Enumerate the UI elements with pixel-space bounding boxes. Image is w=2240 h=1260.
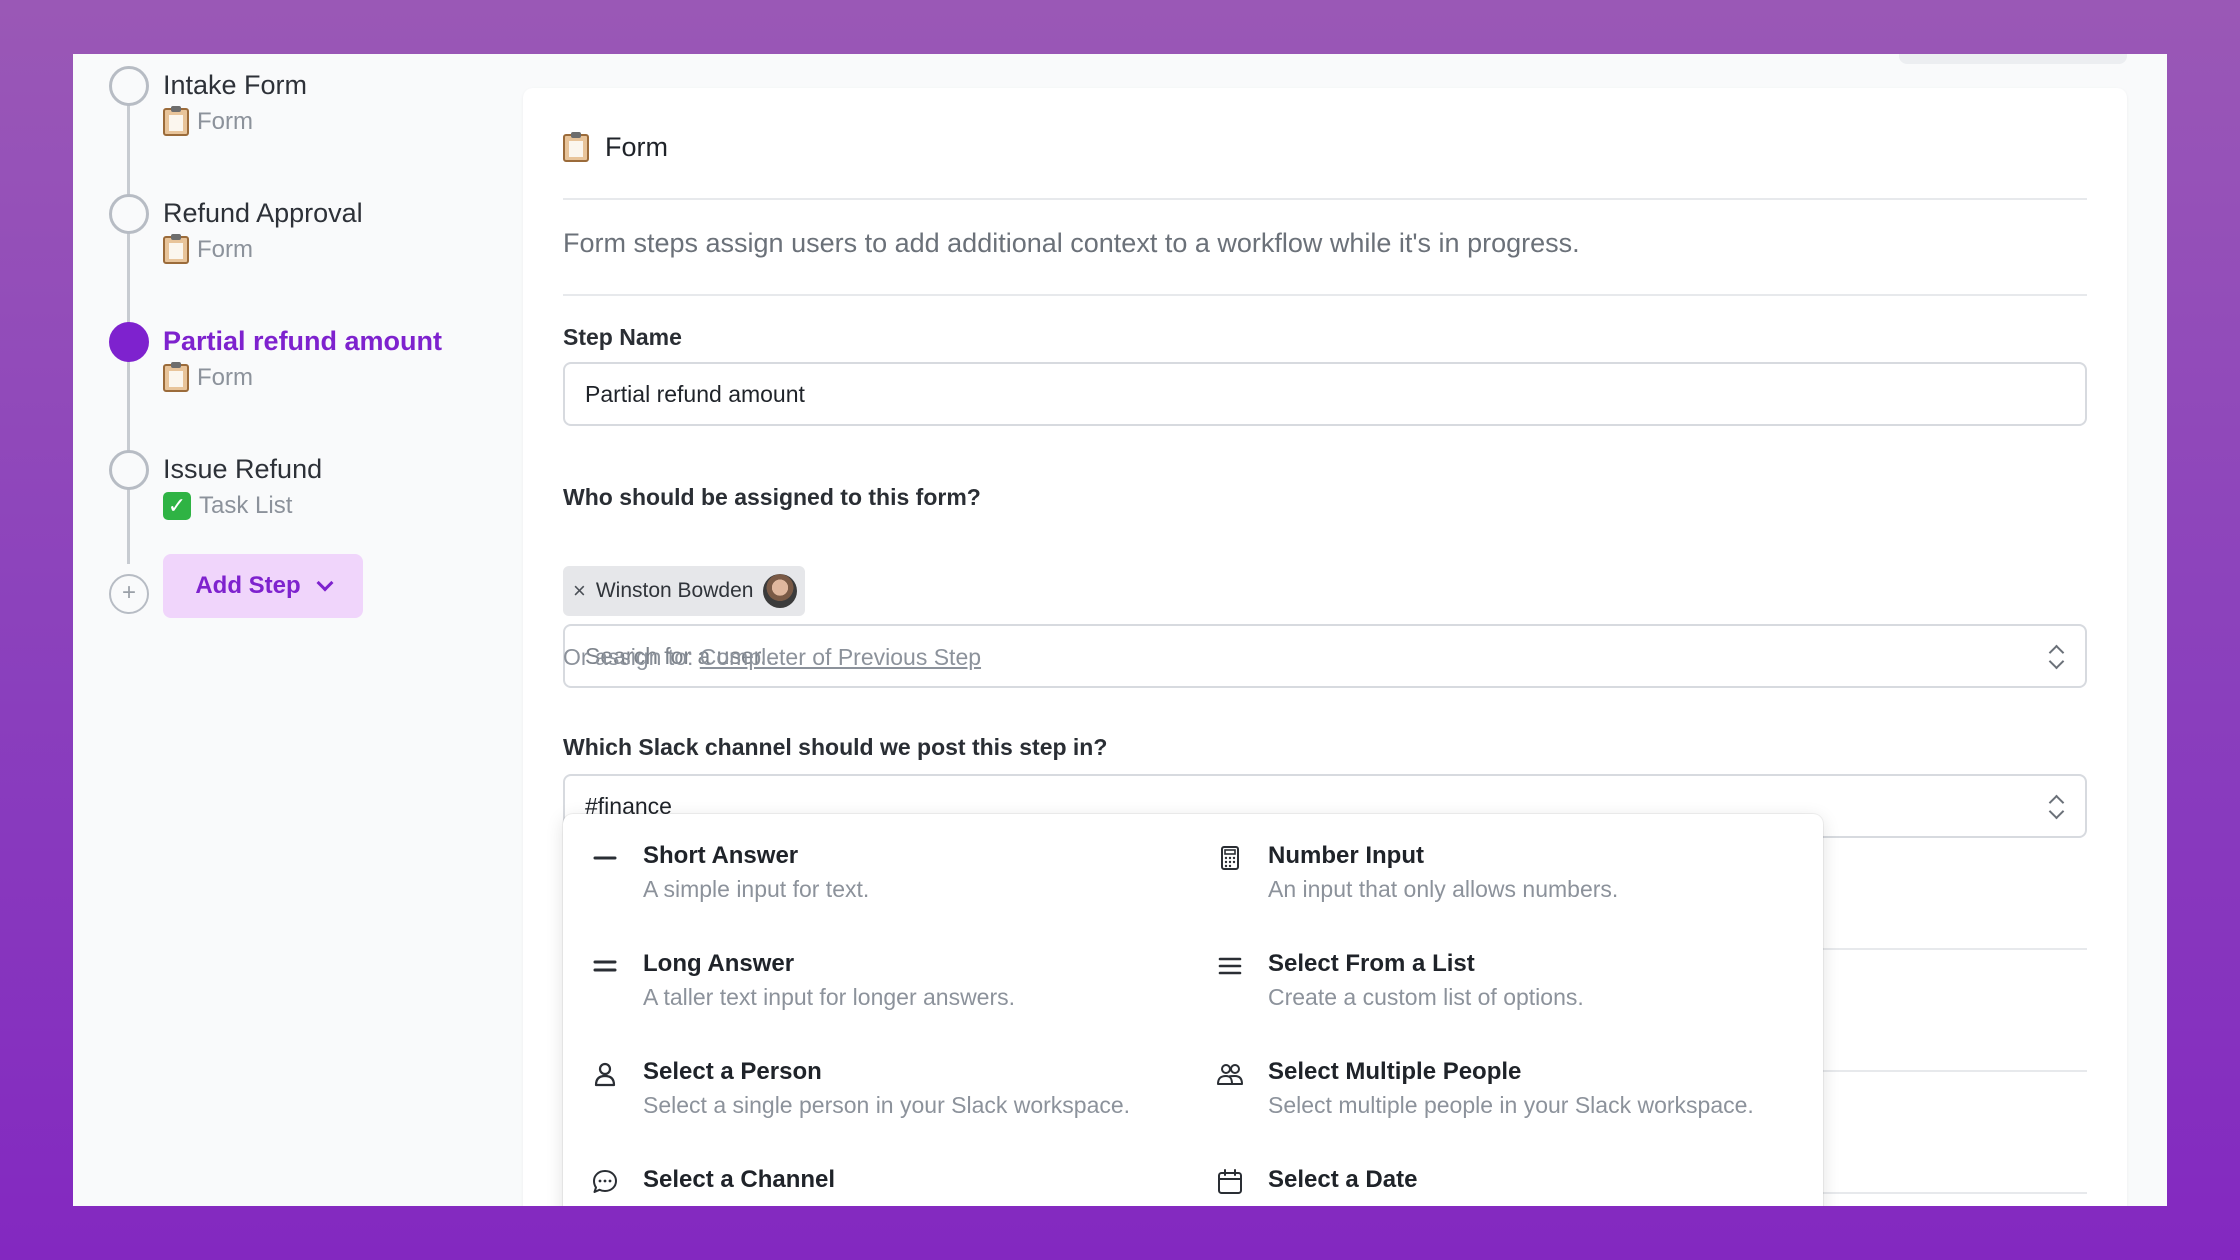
add-step-label: Add Step [195, 572, 301, 599]
list-icon [1218, 957, 1242, 975]
clipboard-icon [163, 106, 189, 136]
step-title: Intake Form [163, 70, 308, 100]
menu-item-desc: A taller text input for longer answers. [643, 984, 1016, 1010]
menu-item-number-input[interactable]: Number Input An input that only allows n… [1188, 830, 1788, 920]
divider [563, 198, 2087, 200]
step-type: ✓ Task List [163, 492, 292, 520]
step-type-label: Task List [199, 492, 293, 519]
step-status-circle-active [109, 322, 149, 362]
avatar [763, 574, 798, 608]
assign-hint-prefix: Or assign to: [563, 644, 694, 670]
menu-item-title: Select Multiple People [1268, 1058, 1522, 1085]
person-icon [594, 1062, 616, 1087]
menu-item-desc: An input that only allows numbers. [1268, 876, 1619, 902]
chevron-down-icon [316, 574, 334, 592]
menu-item-select-date[interactable]: Select a Date [1188, 1154, 1788, 1206]
menu-item-title: Select From a List [1268, 950, 1475, 977]
menu-item-long-answer[interactable]: Long Answer A taller text input for long… [563, 938, 1163, 1028]
calculator-icon [1221, 846, 1239, 870]
remove-assignee-icon[interactable]: × [573, 578, 586, 604]
people-icon [1217, 1064, 1243, 1085]
step-status-circle [109, 450, 149, 490]
menu-item-title: Select a Channel [643, 1166, 836, 1193]
panel-description: Form steps assign users to add additiona… [563, 228, 1580, 258]
menu-item-desc: Create a custom list of options. [1268, 984, 1584, 1010]
assignee-chip: × Winston Bowden [563, 566, 806, 616]
menu-item-desc: Select a single person in your Slack wor… [643, 1092, 1131, 1118]
menu-item-select-person[interactable]: Select a Person Select a single person i… [563, 1046, 1163, 1136]
step-status-circle [109, 194, 149, 234]
plus-circle-icon[interactable]: + [109, 574, 149, 614]
menu-item-title: Short Answer [643, 842, 799, 869]
app-window: Intake Form Form Refund Approval Form Pa… [73, 54, 2167, 1206]
menu-item-desc: A simple input for text. [643, 876, 870, 902]
step-title: Partial refund amount [163, 326, 443, 356]
step-type-label: Form [197, 364, 253, 391]
menu-item-title: Select a Date [1268, 1166, 1418, 1193]
menu-item-title: Number Input [1268, 842, 1424, 869]
completer-of-previous-step-link[interactable]: Completer of Previous Step [700, 644, 981, 670]
top-tab-edge [1899, 54, 2127, 64]
step-name-input[interactable]: Partial refund amount [563, 362, 2087, 426]
step-type-label: Form [197, 236, 253, 263]
step-title: Refund Approval [163, 198, 363, 228]
slack-channel-label: Which Slack channel should we post this … [563, 734, 1108, 760]
panel-title: Form [605, 132, 668, 162]
check-mark-icon: ✓ [163, 492, 191, 520]
add-step-button[interactable]: Add Step [163, 554, 363, 618]
clipboard-icon [163, 362, 189, 392]
workflow-step-timeline: Intake Form Form Refund Approval Form Pa… [109, 54, 549, 1206]
step-name-value: Partial refund amount [585, 380, 805, 407]
menu-item-title: Select a Person [643, 1058, 822, 1085]
step-type-label: Form [197, 108, 253, 135]
assignee-label: Who should be assigned to this form? [563, 484, 981, 510]
step-type: Form [163, 362, 253, 392]
calendar-icon [1218, 1169, 1242, 1194]
menu-item-title: Long Answer [643, 950, 795, 977]
step-status-circle [109, 66, 149, 106]
step-config-panel: Form Form steps assign users to add addi… [523, 88, 2127, 1206]
step-title: Issue Refund [163, 454, 323, 484]
dash-icon [593, 856, 617, 860]
step-type: Form [163, 106, 253, 136]
clipboard-icon [563, 131, 589, 162]
step-name-label: Step Name [563, 324, 682, 350]
assign-hint: Or assign to: Completer of Previous Step [563, 644, 981, 671]
menu-item-select-channel[interactable]: Select a Channel [563, 1154, 1163, 1206]
select-updown-icon [2049, 644, 2063, 670]
chat-bubble-icon [593, 1170, 617, 1193]
double-line-icon [593, 960, 617, 972]
assignee-name: Winston Bowden [595, 579, 754, 602]
menu-item-desc: Select multiple people in your Slack wor… [1268, 1092, 1754, 1118]
panel-header: Form [563, 131, 668, 163]
select-updown-icon [2049, 794, 2063, 820]
divider [563, 294, 2087, 296]
menu-item-short-answer[interactable]: Short Answer A simple input for text. [563, 830, 1163, 920]
menu-item-select-from-list[interactable]: Select From a List Create a custom list … [1188, 938, 1788, 1028]
menu-item-select-multiple-people[interactable]: Select Multiple People Select multiple p… [1188, 1046, 1788, 1136]
field-type-menu: Short Answer A simple input for text. Nu… [563, 814, 1823, 1206]
step-type: Form [163, 234, 253, 264]
clipboard-icon [163, 234, 189, 264]
